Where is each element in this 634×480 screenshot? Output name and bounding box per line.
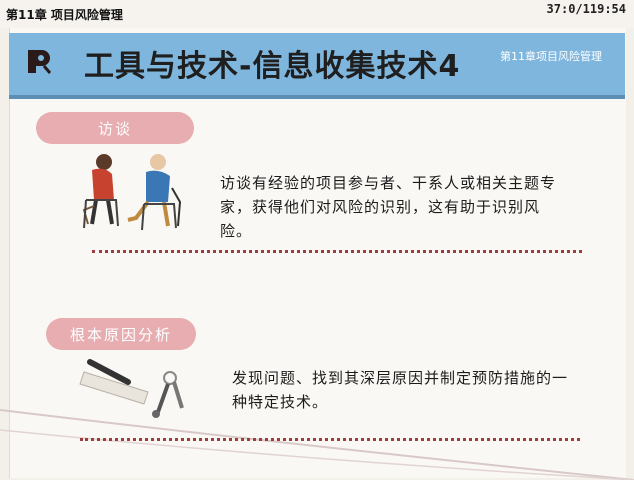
section-divider xyxy=(80,438,580,441)
p-logo-icon xyxy=(28,50,52,74)
header-band-shadow xyxy=(9,95,625,99)
top-bar: 第11章 项目风险管理 37:0/119:54 xyxy=(0,0,634,28)
section-text-root-cause: 发现问题、找到其深层原因并制定预防措施的一种特定技术。 xyxy=(232,369,569,411)
chapter-label: 第11章项目风险管理 xyxy=(500,50,602,63)
interview-illustration xyxy=(82,154,182,231)
slide-title: 工具与技术-信息收集技术4 xyxy=(84,49,461,84)
page-counter: 37:0/119:54 xyxy=(546,2,626,16)
keys-illustration xyxy=(79,359,184,418)
section-text-interview: 访谈有经验的项目参与者、干系人或相关主题专家，获得他们对风险的识别，这有助于识别… xyxy=(220,174,557,240)
chapter-heading: 第11章 项目风险管理 xyxy=(6,8,123,22)
section-pill-root-cause: 根本原因分析 xyxy=(46,318,196,350)
section-pill-interview: 访谈 xyxy=(36,112,194,144)
section-divider xyxy=(92,250,582,253)
